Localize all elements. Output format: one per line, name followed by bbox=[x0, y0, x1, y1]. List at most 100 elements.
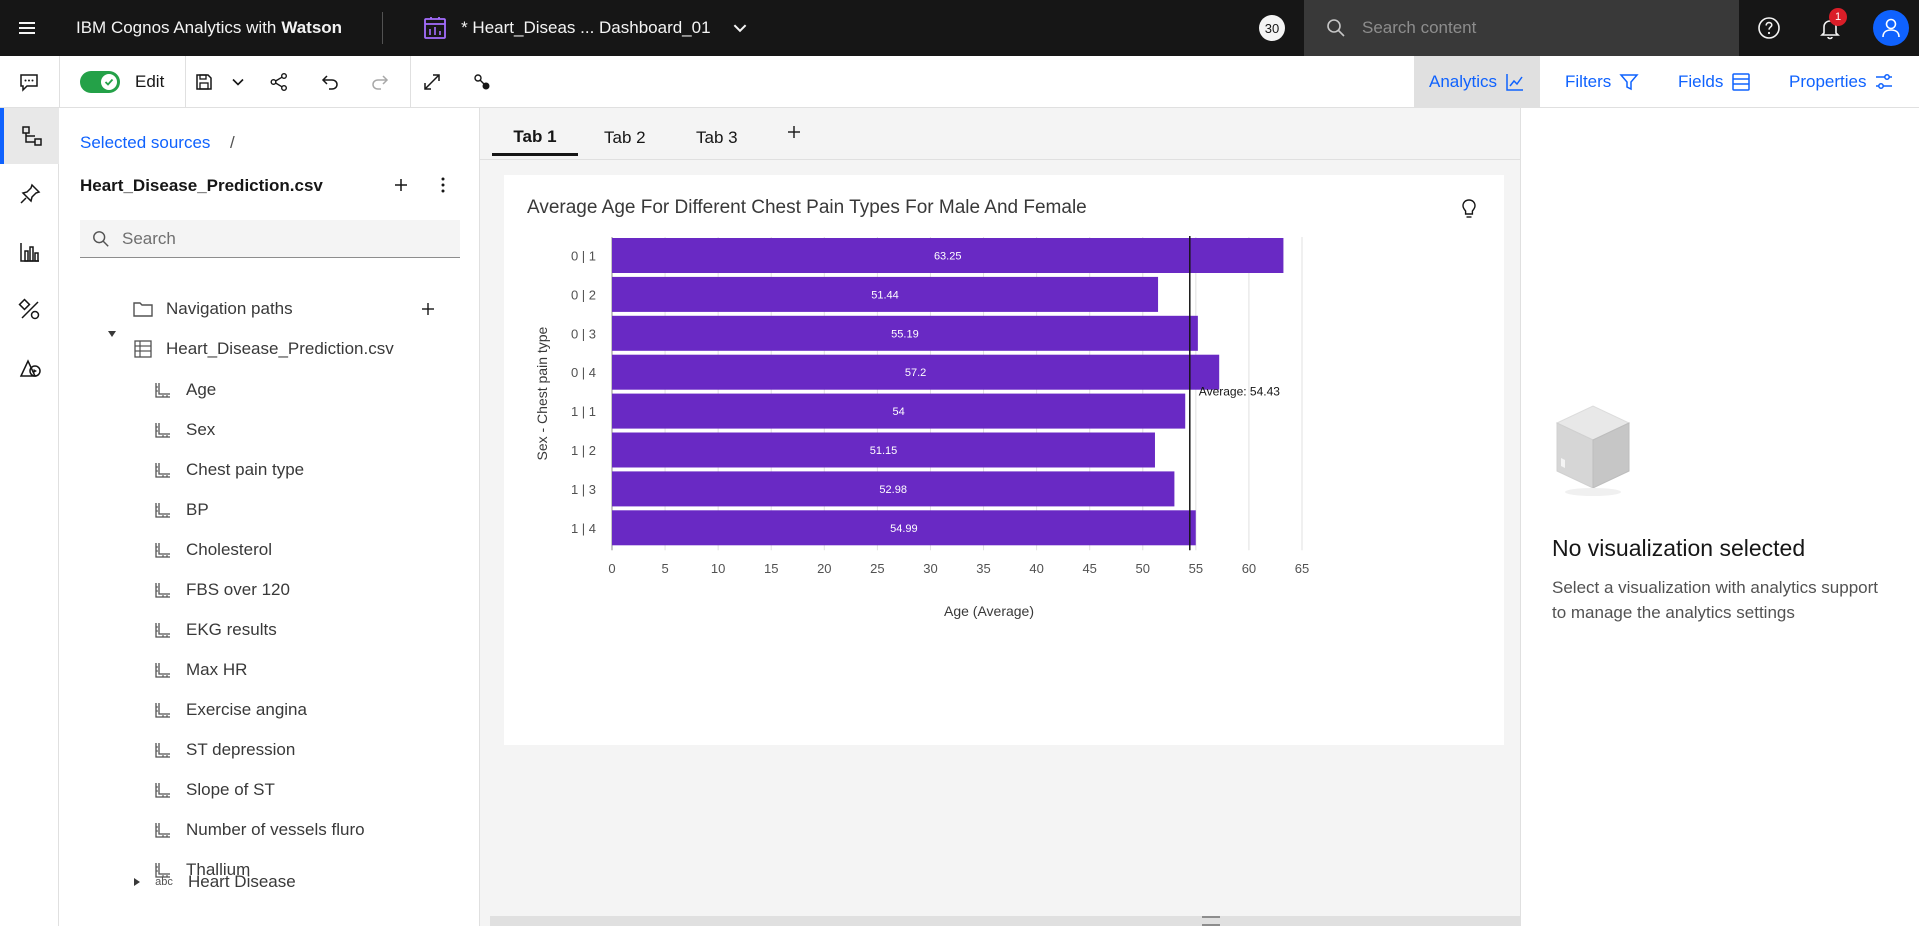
count-badge[interactable]: 30 bbox=[1259, 15, 1285, 41]
expand-icon[interactable] bbox=[420, 70, 444, 94]
data-sources-icon[interactable] bbox=[0, 108, 59, 164]
bar-data-label: 54 bbox=[892, 406, 904, 418]
assistant-tools-icon[interactable] bbox=[0, 282, 59, 338]
measure-ruler-icon bbox=[152, 819, 174, 841]
measure-ruler-icon bbox=[152, 419, 174, 441]
navigation-paths-label: Navigation paths bbox=[166, 299, 293, 318]
fields-label: Fields bbox=[1678, 72, 1724, 91]
tab-bar: Tab 1 Tab 2 Tab 3 bbox=[480, 108, 1520, 160]
field-item[interactable]: Sex bbox=[152, 414, 215, 446]
field-label: Age bbox=[186, 380, 217, 399]
bar-chart[interactable]: 0 5 10 15 20 25 30 35 40 45 50 55 60 65 63.25 0 | 1 51.4… bbox=[504, 175, 1504, 745]
field-item[interactable]: Chest pain type bbox=[152, 454, 304, 486]
field-label: Number of vessels fluro bbox=[186, 820, 365, 839]
measure-ruler-icon bbox=[152, 499, 174, 521]
field-item[interactable]: ST depression bbox=[152, 734, 295, 766]
field-item[interactable]: Number of vessels fluro bbox=[152, 814, 365, 846]
x-tick-label: 5 bbox=[661, 561, 668, 576]
analytics-chart-icon bbox=[1506, 74, 1524, 91]
x-axis-title: Age (Average) bbox=[944, 603, 1034, 619]
field-item[interactable]: EKG results bbox=[152, 614, 277, 646]
save-icon[interactable] bbox=[192, 70, 216, 94]
comment-icon[interactable] bbox=[17, 70, 41, 94]
field-item[interactable]: Slope of ST bbox=[152, 774, 275, 806]
y-category-label: 1 | 2 bbox=[571, 443, 596, 458]
visualizations-icon[interactable] bbox=[0, 224, 59, 280]
search-content-field[interactable] bbox=[1304, 0, 1739, 56]
add-tab-icon[interactable] bbox=[782, 120, 806, 144]
properties-button[interactable]: Properties bbox=[1774, 56, 1909, 108]
bar-data-label: 57.2 bbox=[905, 367, 926, 379]
tab-2[interactable]: Tab 2 bbox=[600, 120, 650, 156]
overflow-menu-icon[interactable] bbox=[432, 174, 454, 196]
field-label: Max HR bbox=[186, 660, 248, 679]
user-icon bbox=[1882, 18, 1900, 38]
measure-ruler-icon bbox=[152, 699, 174, 721]
measure-ruler-icon bbox=[152, 459, 174, 481]
source-search-input[interactable] bbox=[122, 228, 442, 249]
pin-icon[interactable] bbox=[0, 166, 59, 222]
y-category-label: 1 | 4 bbox=[571, 521, 596, 536]
add-navigation-path-icon[interactable] bbox=[420, 301, 436, 317]
redo-icon[interactable] bbox=[368, 70, 392, 94]
field-label: Exercise angina bbox=[186, 700, 307, 719]
field-item[interactable]: Cholesterol bbox=[152, 534, 272, 566]
field-item[interactable]: Max HR bbox=[152, 654, 247, 686]
field-label: BP bbox=[186, 500, 209, 519]
hamburger-menu-icon[interactable] bbox=[0, 0, 54, 56]
topbar-divider bbox=[382, 12, 384, 44]
x-tick-label: 50 bbox=[1136, 561, 1150, 576]
shapes-media-icon[interactable] bbox=[0, 340, 59, 396]
help-icon[interactable] bbox=[1755, 14, 1783, 42]
dashboard-title[interactable]: * Heart_Diseas ... Dashboard_01 bbox=[461, 18, 710, 38]
brand-bold: Watson bbox=[281, 18, 343, 37]
field-item[interactable]: FBS over 120 bbox=[152, 574, 290, 606]
visualization-card[interactable]: Average Age For Different Chest Pain Typ… bbox=[504, 175, 1504, 745]
field-item[interactable]: Age bbox=[152, 374, 216, 406]
x-tick-label: 20 bbox=[817, 561, 831, 576]
app-brand: IBM Cognos Analytics with Watson bbox=[54, 0, 382, 56]
add-icon[interactable] bbox=[390, 174, 412, 196]
analytics-button[interactable]: Analytics bbox=[1414, 56, 1541, 108]
tab-3[interactable]: Tab 3 bbox=[692, 120, 742, 156]
navigation-paths-item[interactable]: Navigation paths bbox=[132, 293, 293, 325]
table-item[interactable]: Heart_Disease_Prediction.csv bbox=[132, 333, 394, 365]
source-search-field[interactable] bbox=[80, 220, 460, 258]
edit-label: Edit bbox=[135, 72, 165, 91]
field-label: Chest pain type bbox=[186, 460, 305, 479]
caret-right-icon[interactable] bbox=[130, 875, 144, 889]
field-item[interactable]: Exercise angina bbox=[152, 694, 307, 726]
breadcrumb-selected-sources[interactable]: Selected sources bbox=[80, 133, 210, 153]
bar-data-label: 51.15 bbox=[870, 445, 898, 457]
edit-toggle[interactable] bbox=[80, 71, 120, 93]
fields-list-icon bbox=[1732, 73, 1751, 91]
measure-ruler-icon bbox=[152, 379, 174, 401]
user-avatar[interactable] bbox=[1873, 10, 1909, 46]
filters-button[interactable]: Filters bbox=[1550, 56, 1654, 108]
search-content-input[interactable] bbox=[1362, 18, 1722, 38]
average-reference-label: Average: 54.43 bbox=[1199, 385, 1281, 399]
source-name: Heart_Disease_Prediction.csv bbox=[80, 176, 323, 195]
bottom-resize-handle[interactable] bbox=[1202, 916, 1220, 926]
undo-icon[interactable] bbox=[318, 70, 342, 94]
bar-data-label: 55.19 bbox=[891, 328, 919, 340]
folder-icon bbox=[132, 298, 154, 320]
dashboard-icon bbox=[424, 17, 446, 39]
bar-data-label: 63.25 bbox=[934, 251, 962, 263]
tab-1[interactable]: Tab 1 bbox=[492, 120, 578, 156]
x-tick-label: 15 bbox=[764, 561, 778, 576]
measure-ruler-icon bbox=[152, 579, 174, 601]
field-item[interactable]: BP bbox=[152, 494, 209, 526]
measure-ruler-icon bbox=[152, 539, 174, 561]
search-icon bbox=[1327, 19, 1345, 37]
save-options-chevron-icon[interactable] bbox=[226, 70, 250, 94]
fields-button[interactable]: Fields bbox=[1663, 56, 1766, 108]
analytics-panel: No visualization selected Select a visua… bbox=[1520, 108, 1919, 926]
drill-through-icon[interactable] bbox=[470, 70, 494, 94]
field-item[interactable]: Thallium bbox=[152, 854, 250, 886]
chevron-down-icon[interactable] bbox=[731, 19, 749, 37]
x-tick-label: 30 bbox=[923, 561, 937, 576]
y-category-label: 1 | 1 bbox=[571, 404, 596, 419]
share-icon[interactable] bbox=[267, 70, 291, 94]
caret-down-icon[interactable] bbox=[105, 327, 119, 341]
